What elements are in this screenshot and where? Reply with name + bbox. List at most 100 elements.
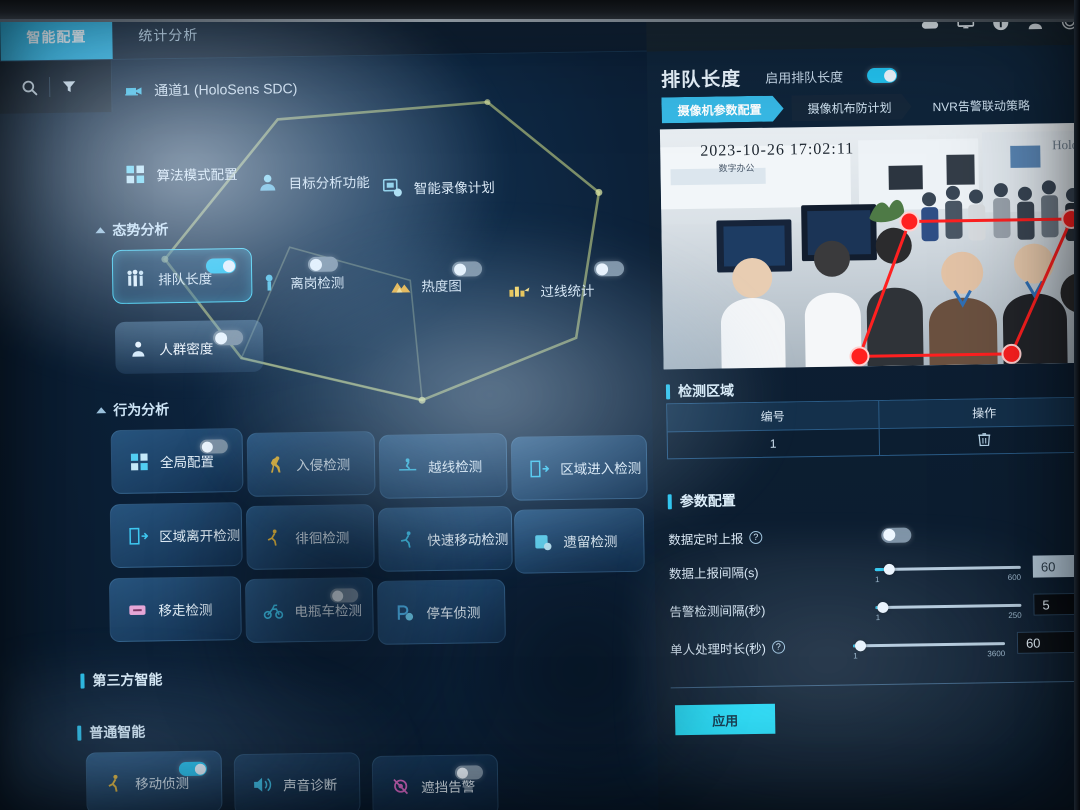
- crowd-icon: [127, 337, 149, 359]
- toggle-global-config[interactable]: [199, 439, 228, 454]
- section-accent-bar: [77, 725, 82, 741]
- channel-row[interactable]: 通道1 (HoloSens SDC): [123, 77, 297, 102]
- behavior-card-area-exit[interactable]: 区域离开检测: [109, 502, 243, 569]
- search-icon[interactable]: [12, 73, 46, 102]
- section-accent-bar: [80, 673, 85, 689]
- third-party-section-header: 第三方智能: [80, 669, 163, 690]
- ivs-application: 智能配置 统计分析 通道1 (HoloSens SDC) 算法模式配置 目标分析…: [0, 0, 1080, 810]
- feature-algo-mode[interactable]: 算法模式配置: [124, 162, 238, 186]
- params-header: 参数配置: [667, 490, 736, 511]
- toggle-line-count[interactable]: [593, 261, 625, 277]
- parking-icon: [394, 601, 416, 623]
- filter-icon[interactable]: [51, 72, 85, 101]
- enable-queue-length-label: 启用排队长度: [765, 69, 844, 86]
- toggle-queue-length[interactable]: [205, 258, 237, 274]
- tab-camera-params[interactable]: 摄像机参数配置: [661, 95, 783, 123]
- input-alarm-interval[interactable]: 5: [1033, 592, 1080, 616]
- normal-card-tamper-alarm[interactable]: 遮挡告警: [371, 754, 499, 810]
- slider-handle[interactable]: [877, 601, 889, 613]
- behavior-card-fast-move[interactable]: 快速移动检测: [377, 505, 513, 572]
- monitor-bezel-top: [0, 0, 1080, 22]
- feature-label: 算法模式配置: [156, 167, 238, 184]
- normal-card-motion-detect[interactable]: 移动侦测: [85, 750, 223, 810]
- behavior-card-tripwire[interactable]: 越线检测: [378, 432, 508, 499]
- feature-smart-record-plan[interactable]: 智能录像计划: [382, 175, 495, 199]
- situation-analysis-title: 态势分析: [112, 221, 169, 239]
- behavior-card-ebike[interactable]: 电瓶车检测: [244, 576, 374, 643]
- behavior-card-area-enter[interactable]: 区域进入检测: [510, 434, 648, 501]
- behavior-analysis-title: 行为分析: [113, 401, 170, 419]
- behavior-card-intrusion[interactable]: 入侵检测: [246, 430, 376, 497]
- grid-icon: [128, 450, 150, 472]
- detect-area-title: 检测区域: [677, 382, 735, 400]
- input-single-handle-time[interactable]: 60: [1016, 630, 1080, 654]
- slider-handle[interactable]: [883, 563, 896, 575]
- behavior-card-label: 区域进入检测: [560, 460, 642, 478]
- behavior-card-label: 遗留检测: [563, 534, 618, 550]
- param-label-wrap: 数据定时上报 ?: [668, 526, 843, 548]
- normal-intelligence-title: 普通智能: [89, 723, 146, 741]
- toggle-tamper-alarm[interactable]: [454, 765, 484, 780]
- toggle-absence[interactable]: [307, 256, 339, 272]
- toggle-crowd-density[interactable]: [212, 330, 244, 346]
- feature-label: 目标分析功能: [288, 174, 370, 192]
- input-report-interval[interactable]: 60: [1032, 554, 1080, 578]
- normal-card-label: 声音诊断: [283, 777, 338, 794]
- page-title: 排队长度: [660, 69, 742, 92]
- video-preview[interactable]: HoloS 2023-10-26 17:02:11 数字办公: [659, 122, 1080, 370]
- tab-camera-schedule[interactable]: 摄像机布防计划: [791, 93, 911, 121]
- param-label: 单人处理时长(秒): [669, 641, 766, 657]
- normal-card-sound-diagnosis[interactable]: 声音诊断: [233, 752, 361, 810]
- slider-report-interval[interactable]: 1 600: [874, 560, 1021, 584]
- behavior-card-removed[interactable]: 移走检测: [108, 576, 242, 643]
- detect-area-header: 检测区域: [665, 380, 735, 401]
- trash-icon[interactable]: [978, 432, 991, 449]
- detect-area-table: 编号 操作 1: [666, 396, 1080, 460]
- situation-item-crowd-density[interactable]: 人群密度: [127, 336, 213, 359]
- channel-label: 通道1 (HoloSens SDC): [154, 80, 298, 99]
- behavior-card-left-object[interactable]: 遗留检测: [513, 507, 645, 574]
- loiter-icon: [263, 526, 285, 548]
- cell-region-id: 1: [769, 436, 777, 451]
- situation-item-absence[interactable]: 离岗检测: [258, 270, 344, 293]
- behavior-card-parking[interactable]: 停车侦测: [376, 578, 506, 645]
- monitor-bezel-right: [1074, 0, 1080, 810]
- behavior-card-label: 快速移动检测: [427, 531, 509, 549]
- help-icon[interactable]: ?: [749, 530, 763, 544]
- fastmove-icon: [395, 528, 417, 550]
- behavior-card-label: 区域离开检测: [159, 528, 241, 545]
- situation-analysis-header[interactable]: 态势分析: [95, 219, 169, 240]
- param-row-single-handle-time: 单人处理时长(秒) ? 1 3600 60: [670, 629, 1080, 662]
- leftobject-icon: [531, 530, 553, 552]
- param-row-report-interval: 数据上报间隔(s) 1 600 60: [669, 553, 1080, 586]
- tab-nvr-alarm-policy[interactable]: NVR告警联动策略: [916, 91, 1046, 119]
- behavior-card-global-config[interactable]: 全局配置: [110, 428, 244, 495]
- apply-button[interactable]: 应用: [674, 703, 776, 736]
- toggle-enable-queue-length[interactable]: [866, 67, 898, 84]
- slider-single-handle-time[interactable]: 1 3600: [853, 636, 1005, 660]
- toggle-motion-detect[interactable]: [178, 761, 207, 777]
- toggle-heatmap[interactable]: [451, 261, 483, 277]
- region-vertex-handle: [849, 346, 870, 367]
- toggle-ebike[interactable]: [330, 588, 359, 603]
- behavior-card-loiter[interactable]: 徘徊检测: [245, 503, 375, 570]
- param-label: 告警检测间隔(秒): [669, 603, 766, 619]
- params-title: 参数配置: [679, 492, 736, 510]
- behavior-card-label: 电瓶车检测: [294, 603, 363, 620]
- slider-alarm-interval[interactable]: 1 250: [875, 598, 1022, 622]
- situation-item-heatmap[interactable]: 热度图: [389, 274, 462, 297]
- toggle-periodic-report[interactable]: [881, 527, 912, 543]
- behavior-analysis-header[interactable]: 行为分析: [96, 399, 169, 420]
- slider-handle[interactable]: [854, 639, 867, 651]
- detection-region-overlay[interactable]: [660, 123, 1080, 370]
- situation-item-line-count[interactable]: 过线统计: [508, 278, 595, 301]
- feature-target-analysis[interactable]: 目标分析功能: [257, 170, 370, 194]
- configuration-panel: 通道1 (HoloSens SDC) 算法模式配置 目标分析功能 智能录像计划: [0, 51, 659, 810]
- slider-min-label: 1: [875, 613, 881, 623]
- chevron-up-icon: [95, 227, 106, 234]
- slider-max-label: 600: [1007, 572, 1022, 583]
- removed-icon: [126, 599, 148, 621]
- help-icon[interactable]: ?: [771, 640, 785, 654]
- situation-item-queue-length[interactable]: 排队长度: [126, 266, 212, 289]
- person-icon: [257, 171, 279, 193]
